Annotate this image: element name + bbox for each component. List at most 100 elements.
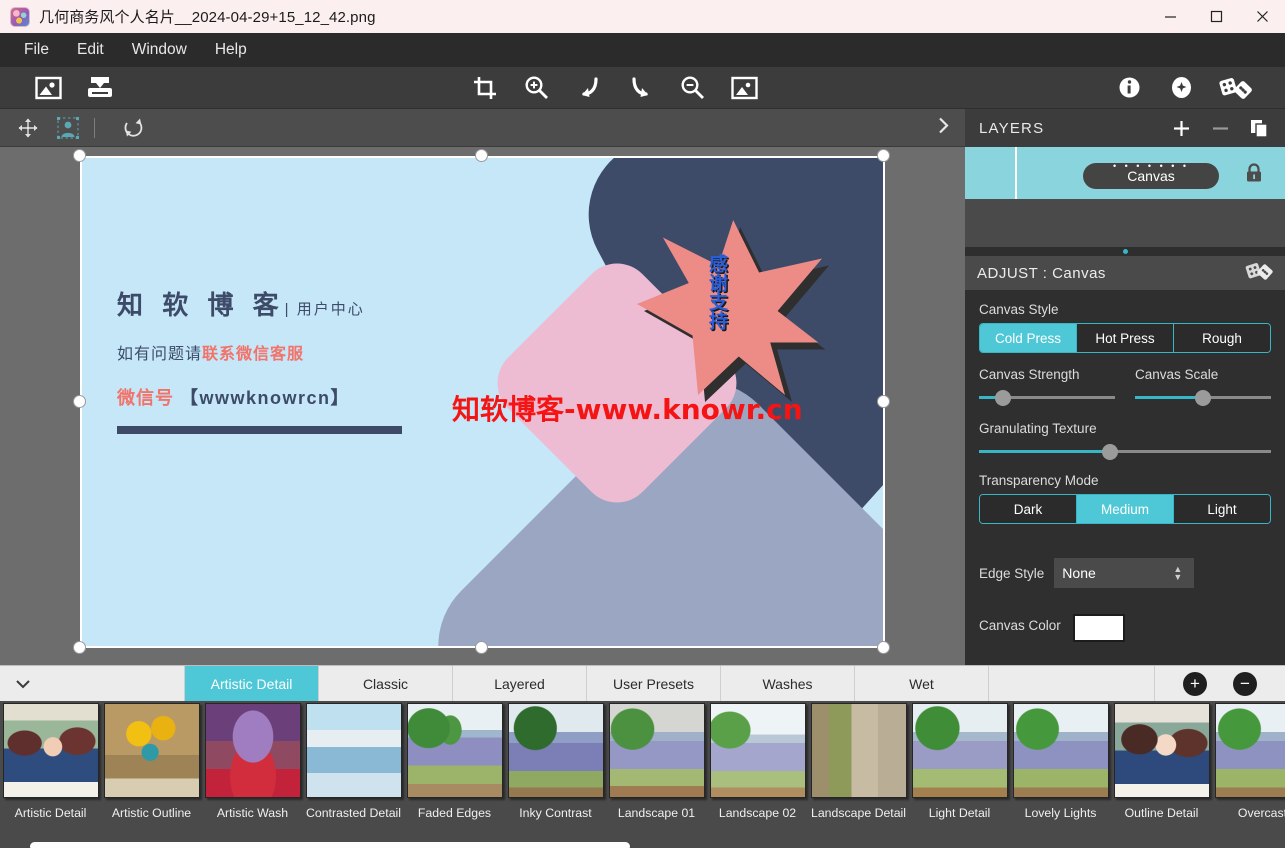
granulating-texture-slider[interactable] <box>979 443 1271 461</box>
preset-tab-wet[interactable]: Wet <box>855 666 989 701</box>
preset-item[interactable]: Outline Detail <box>1111 701 1212 848</box>
zoom-out-icon[interactable] <box>667 67 719 109</box>
spinner-icon[interactable]: ▲ ▼ <box>1173 565 1182 582</box>
handle-top-left[interactable] <box>73 149 86 162</box>
preset-tab-washes[interactable]: Washes <box>721 666 855 701</box>
handle-top-center[interactable] <box>475 149 488 162</box>
edge-style-select[interactable]: None ▲ ▼ <box>1054 558 1195 588</box>
preset-label: Faded Edges <box>417 806 492 820</box>
preset-thumbnail[interactable] <box>204 703 301 798</box>
handle-middle-right[interactable] <box>877 395 890 408</box>
menu-window[interactable]: Window <box>118 37 201 63</box>
maximize-icon[interactable] <box>1193 0 1239 33</box>
import-image-icon[interactable] <box>74 67 126 109</box>
preset-item[interactable]: Faded Edges <box>404 701 505 848</box>
preset-item[interactable]: Landscape Detail <box>808 701 909 848</box>
layer-drag-handle[interactable]: • • • • • • • <box>1113 162 1189 171</box>
handle-top-right[interactable] <box>877 149 890 162</box>
close-icon[interactable] <box>1239 0 1285 33</box>
fit-image-icon[interactable] <box>719 67 771 109</box>
image-icon[interactable] <box>22 67 74 109</box>
canvas-style-cold-press[interactable]: Cold Press <box>980 324 1077 352</box>
minimize-icon[interactable] <box>1147 0 1193 33</box>
minus-icon[interactable] <box>1211 119 1230 138</box>
layer-item-canvas[interactable]: • • • • • • • Canvas <box>965 147 1285 199</box>
redo-icon[interactable] <box>615 67 667 109</box>
preset-tab-user-presets[interactable]: User Presets <box>587 666 721 701</box>
select-subject-icon[interactable] <box>48 109 88 147</box>
preset-item[interactable]: Contrasted Detail <box>303 701 404 848</box>
preset-thumbnail[interactable] <box>103 703 200 798</box>
preset-thumbnail[interactable] <box>608 703 705 798</box>
preset-item[interactable]: Inky Contrast <box>505 701 606 848</box>
preset-horizontal-scrollbar[interactable] <box>30 842 630 848</box>
chevron-right-icon[interactable] <box>937 115 951 140</box>
preset-tab-layered[interactable]: Layered <box>453 666 587 701</box>
info-icon[interactable] <box>1103 67 1155 109</box>
artwork-frame[interactable]: 感谢支持 知 软 博 客| 用户中心 如有问题请联系微信客服 微信号 【wwwk… <box>80 156 885 648</box>
menu-help[interactable]: Help <box>201 37 261 63</box>
panel-resize-bar[interactable] <box>965 247 1285 256</box>
settings-icon[interactable] <box>1155 67 1207 109</box>
preset-item[interactable]: Artistic Outline <box>101 701 202 848</box>
minus-circle-icon[interactable]: − <box>1233 671 1257 696</box>
preset-thumbnail[interactable] <box>1214 703 1285 798</box>
preset-thumbnail[interactable] <box>507 703 604 798</box>
canvas-area[interactable]: 感谢支持 知 软 博 客| 用户中心 如有问题请联系微信客服 微信号 【wwwk… <box>0 147 965 665</box>
duplicate-icon[interactable] <box>1250 119 1269 138</box>
handle-bottom-center[interactable] <box>475 641 488 654</box>
preset-item[interactable]: Artistic Detail <box>0 701 101 848</box>
preset-item[interactable]: Landscape 01 <box>606 701 707 848</box>
rotate-icon[interactable] <box>113 109 153 147</box>
preset-strip[interactable]: Artistic Detail Artistic Outline Artisti… <box>0 701 1285 848</box>
slider-knob[interactable] <box>995 390 1012 406</box>
transparency-mode-dark[interactable]: Dark <box>980 495 1077 523</box>
canvas-style-hot-press[interactable]: Hot Press <box>1077 324 1174 352</box>
preset-label: Artistic Wash <box>216 806 289 820</box>
move-icon[interactable] <box>8 109 48 147</box>
plus-circle-icon[interactable]: + <box>1183 671 1207 696</box>
chevron-down-icon[interactable] <box>0 666 45 701</box>
canvas-strength-slider[interactable] <box>979 389 1115 407</box>
presets-dice-icon[interactable] <box>1245 261 1273 286</box>
preset-thumbnail[interactable] <box>1012 703 1109 798</box>
presets-icon[interactable] <box>1207 67 1265 109</box>
transparency-mode-medium[interactable]: Medium <box>1077 495 1174 523</box>
handle-middle-left[interactable] <box>73 395 86 408</box>
window-title: 几何商务风个人名片__2024-04-29+15_12_42.png <box>39 9 376 26</box>
preset-tab-classic[interactable]: Classic <box>319 666 453 701</box>
canvas-color-swatch[interactable] <box>1072 614 1125 642</box>
preset-thumbnail[interactable] <box>406 703 503 798</box>
preset-thumbnail[interactable] <box>709 703 806 798</box>
slider-knob[interactable] <box>1195 390 1211 406</box>
preset-tab-filler <box>989 666 1155 701</box>
preset-item[interactable]: Light Detail <box>909 701 1010 848</box>
crop-icon[interactable] <box>459 67 511 109</box>
canvas-strength-control: Canvas Strength <box>979 367 1115 407</box>
undo-icon[interactable] <box>563 67 615 109</box>
preset-tab-artistic-detail[interactable]: Artistic Detail <box>185 666 319 701</box>
canvas-style-rough[interactable]: Rough <box>1174 324 1270 352</box>
preset-item[interactable]: Landscape 02 <box>707 701 808 848</box>
preset-thumbnail[interactable] <box>810 703 907 798</box>
slider-knob[interactable] <box>1102 444 1119 460</box>
artwork-rule <box>117 426 402 434</box>
preset-label: Artistic Detail <box>14 806 87 820</box>
plus-icon[interactable] <box>1172 119 1191 138</box>
menu-file[interactable]: File <box>10 37 63 63</box>
preset-item[interactable]: Artistic Wash <box>202 701 303 848</box>
preset-thumbnail[interactable] <box>911 703 1008 798</box>
preset-thumbnail[interactable] <box>1113 703 1210 798</box>
canvas-scale-slider[interactable] <box>1135 389 1271 407</box>
transparency-mode-light[interactable]: Light <box>1174 495 1270 523</box>
menu-edit[interactable]: Edit <box>63 37 118 63</box>
lock-icon[interactable] <box>1245 163 1263 188</box>
handle-bottom-left[interactable] <box>73 641 86 654</box>
handle-bottom-right[interactable] <box>877 641 890 654</box>
preset-item[interactable]: Overcast <box>1212 701 1285 848</box>
artwork-line2-highlight: 联系微信客服 <box>202 346 305 363</box>
zoom-in-icon[interactable] <box>511 67 563 109</box>
preset-thumbnail[interactable] <box>2 703 99 798</box>
preset-item[interactable]: Lovely Lights <box>1010 701 1111 848</box>
preset-thumbnail[interactable] <box>305 703 402 798</box>
